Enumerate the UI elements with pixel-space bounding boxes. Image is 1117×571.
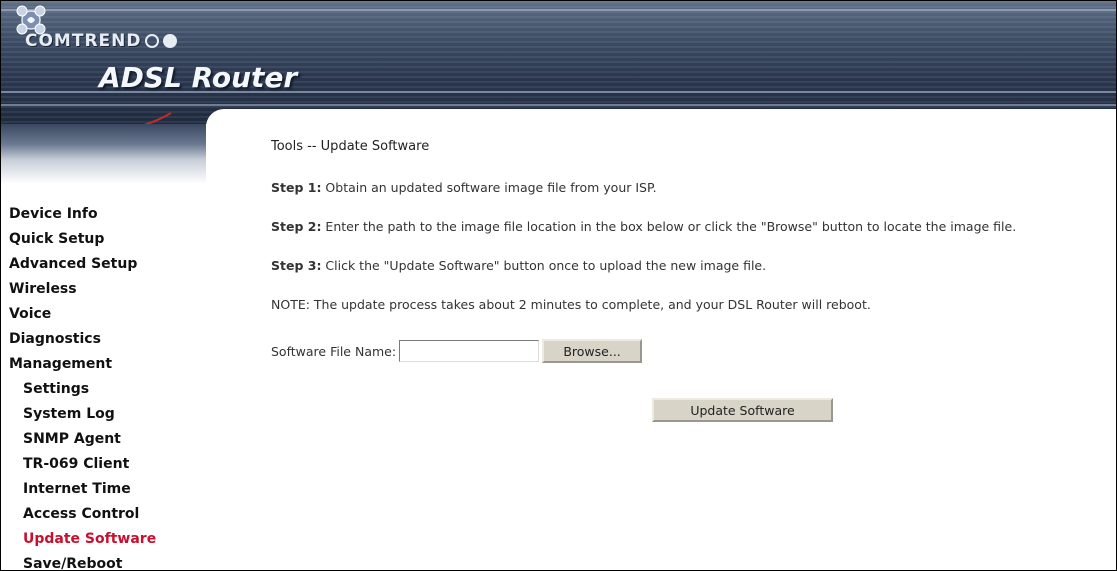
nav-system-log[interactable]: System Log xyxy=(9,402,156,427)
file-name-row: Software File Name: Browse... xyxy=(271,339,643,363)
router-window: COMTREND ADSL Router Device Info Quick S… xyxy=(0,0,1117,571)
nav-advanced-setup[interactable]: Advanced Setup xyxy=(9,252,156,277)
update-software-button[interactable]: Update Software xyxy=(652,398,833,422)
nav-voice[interactable]: Voice xyxy=(9,302,156,327)
sidebar: Device Info Quick Setup Advanced Setup W… xyxy=(1,124,207,570)
nav-internet-time[interactable]: Internet Time xyxy=(9,477,156,502)
nav-device-info[interactable]: Device Info xyxy=(9,202,156,227)
nav-wireless[interactable]: Wireless xyxy=(9,277,156,302)
step-3-label: Step 3: xyxy=(271,258,322,273)
banner-line xyxy=(1,9,1116,11)
product-title: ADSL Router xyxy=(99,61,298,94)
nav-access-control[interactable]: Access Control xyxy=(9,502,156,527)
logo-ring-icon xyxy=(145,34,160,48)
nav-save-reboot[interactable]: Save/Reboot xyxy=(9,552,156,570)
step-1: Step 1: Obtain an updated software image… xyxy=(271,180,657,195)
step-2-text: Enter the path to the image file locatio… xyxy=(321,219,1017,234)
step-3-text: Click the "Update Software" button once … xyxy=(321,258,767,273)
step-2-label: Step 2: xyxy=(271,219,322,234)
brand-name: COMTREND xyxy=(25,31,142,51)
step-1-text: Obtain an updated software image file fr… xyxy=(321,180,657,195)
sidebar-nav: Device Info Quick Setup Advanced Setup W… xyxy=(9,202,156,570)
browse-button[interactable]: Browse... xyxy=(542,339,643,363)
nav-settings[interactable]: Settings xyxy=(9,377,156,402)
header-banner: COMTREND ADSL Router xyxy=(1,1,1116,124)
nav-snmp-agent[interactable]: SNMP Agent xyxy=(9,427,156,452)
software-file-input[interactable] xyxy=(399,340,540,362)
update-note: NOTE: The update process takes about 2 m… xyxy=(271,297,871,312)
page-title: Tools -- Update Software xyxy=(271,139,430,154)
nav-update-software[interactable]: Update Software xyxy=(9,527,156,552)
nav-tr069-client[interactable]: TR-069 Client xyxy=(9,452,156,477)
logo-dot-icon xyxy=(163,34,178,48)
file-name-label: Software File Name: xyxy=(271,343,397,359)
step-3: Step 3: Click the "Update Software" butt… xyxy=(271,258,766,273)
step-1-label: Step 1: xyxy=(271,180,322,195)
content-panel-corner xyxy=(206,109,1116,129)
step-2: Step 2: Enter the path to the image file… xyxy=(271,219,1016,234)
nav-management[interactable]: Management xyxy=(9,352,156,377)
nav-diagnostics[interactable]: Diagnostics xyxy=(9,327,156,352)
swoosh-decoration-icon xyxy=(143,112,172,124)
nav-quick-setup[interactable]: Quick Setup xyxy=(9,227,156,252)
brand-logo: COMTREND xyxy=(11,31,178,51)
